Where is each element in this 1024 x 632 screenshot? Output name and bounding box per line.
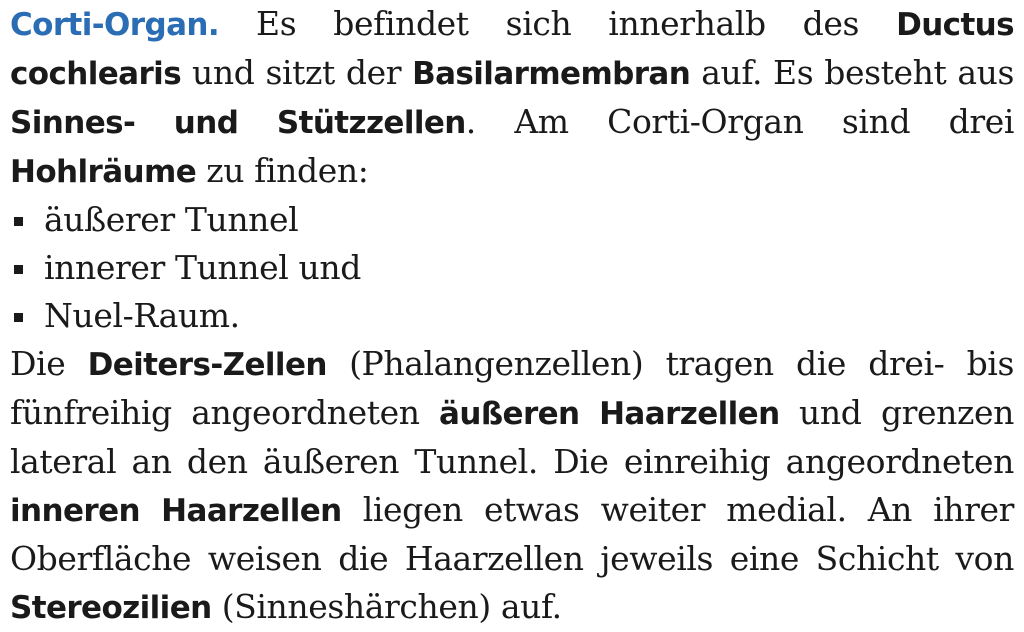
list-item: Nuel-Raum. bbox=[10, 292, 1014, 340]
document-page: Corti-Organ. Es befindet sich innerhalb … bbox=[10, 0, 1015, 632]
bold-term-stereozilien: Stereozilien bbox=[10, 590, 212, 626]
bold-term-innere-haarzellen: inneren Haar­zellen bbox=[10, 493, 342, 529]
bold-term-aeussere-haarzellen: äußeren Haarzellen bbox=[439, 396, 780, 432]
text-segment: zu finden: bbox=[196, 151, 369, 190]
paragraph-deiters: Die Deiters-Zellen (Phalangenzellen) tra… bbox=[10, 340, 1014, 632]
bold-term-sinnes-stuetzzellen: Sinnes- und Stützzellen bbox=[10, 105, 466, 141]
text-segment: Es befindet sich innerhalb des bbox=[219, 4, 897, 43]
square-bullet-icon bbox=[14, 217, 23, 226]
text-segment: . Am Corti-Organ sind drei bbox=[465, 102, 1015, 141]
bold-term-basilarmembran: Basilarmembran bbox=[412, 56, 691, 92]
square-bullet-icon bbox=[14, 313, 23, 322]
list-item-text: innerer Tunnel und bbox=[44, 248, 361, 287]
list-item-text: Nuel-Raum. bbox=[44, 296, 240, 335]
text-segment: Die bbox=[10, 344, 88, 383]
text-segment: (Sinneshär­chen) auf. bbox=[211, 587, 562, 626]
bold-term-deiters-zellen: Deiters-Zellen bbox=[87, 347, 328, 383]
list-item: äußerer Tunnel bbox=[10, 196, 1014, 244]
paragraph-intro: Corti-Organ. Es befindet sich innerhalb … bbox=[10, 0, 1015, 196]
section-heading: Corti-Organ. bbox=[10, 7, 220, 43]
list-item-text: äußerer Tunnel bbox=[44, 200, 299, 239]
text-segment: auf. Es besteht aus bbox=[690, 53, 1014, 92]
bold-term-hohlraeume: Hohlräume bbox=[10, 154, 197, 190]
text-segment: und sitzt der bbox=[181, 53, 413, 92]
hohlraeume-list: äußerer Tunnel innerer Tunnel und Nuel-R… bbox=[10, 196, 1014, 340]
square-bullet-icon bbox=[14, 265, 23, 274]
list-item: innerer Tunnel und bbox=[10, 244, 1014, 292]
